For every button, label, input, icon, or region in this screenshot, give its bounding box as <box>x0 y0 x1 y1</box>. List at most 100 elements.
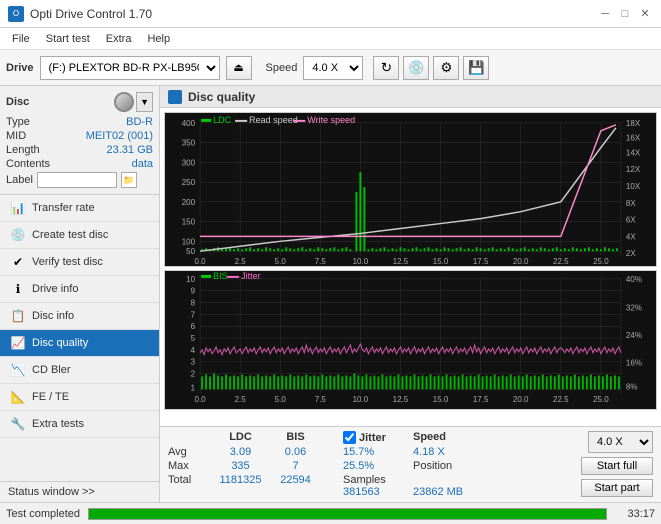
svg-text:22.5: 22.5 <box>553 257 569 266</box>
stats-max-spacer <box>323 460 343 472</box>
svg-text:2: 2 <box>191 370 196 379</box>
titlebar-left: O Opti Drive Control 1.70 <box>8 6 152 22</box>
statusbar: Test completed 33:17 <box>0 502 661 524</box>
content-area: Disc quality <box>160 86 661 502</box>
svg-text:0.0: 0.0 <box>195 257 207 266</box>
extra-tests-icon: 🔧 <box>10 416 26 432</box>
menu-file[interactable]: File <box>4 31 38 47</box>
close-button[interactable]: ✕ <box>637 6 653 22</box>
quality-header-icon <box>168 90 182 104</box>
disc-label-label: Label <box>6 174 33 186</box>
menu-starttest[interactable]: Start test <box>38 31 98 47</box>
svg-text:17.5: 17.5 <box>473 395 489 404</box>
disc-length-row: Length 23.31 GB <box>6 144 153 156</box>
stats-samples-label: Samples <box>343 474 413 486</box>
disc-type-label: Type <box>6 116 30 128</box>
status-window-button[interactable]: Status window >> <box>0 481 159 502</box>
svg-text:22.5: 22.5 <box>553 395 569 404</box>
svg-text:Write speed: Write speed <box>307 115 355 125</box>
status-text: Test completed <box>6 508 80 520</box>
status-window-label: Status window >> <box>8 486 95 498</box>
settings-button[interactable]: ⚙ <box>433 56 459 80</box>
verify-test-disc-icon: ✔ <box>10 254 26 270</box>
disc-button[interactable]: 💿 <box>403 56 429 80</box>
stats-avg-bis: 0.06 <box>268 446 323 458</box>
disc-label-input[interactable] <box>37 172 117 188</box>
disc-length-label: Length <box>6 144 40 156</box>
svg-text:12X: 12X <box>626 165 641 174</box>
sidebar-item-create-test-disc[interactable]: 💿 Create test disc <box>0 222 159 249</box>
bottom-speed-select[interactable]: 4.0 X <box>588 431 653 453</box>
main: Disc ▼ Type BD-R MID MEIT02 (001) Length… <box>0 86 661 502</box>
progress-bar <box>89 509 606 519</box>
start-full-button[interactable]: Start full <box>581 457 653 475</box>
svg-text:10X: 10X <box>626 182 641 191</box>
maximize-button[interactable]: □ <box>617 6 633 22</box>
sidebar-item-verify-test-disc[interactable]: ✔ Verify test disc <box>0 249 159 276</box>
progress-container <box>88 508 607 520</box>
svg-text:5: 5 <box>191 334 196 343</box>
jitter-checkbox-area: Jitter <box>343 431 413 444</box>
refresh-button[interactable]: ↻ <box>373 56 399 80</box>
speed-select[interactable]: 4.0 X 1.0 X 2.0 X 6.0 X 8.0 X <box>303 56 363 80</box>
svg-text:25.0: 25.0 <box>593 395 609 404</box>
top-chart-svg: 400 350 300 250 200 150 100 50 18X 16X 1… <box>165 113 656 266</box>
create-test-disc-icon: 💿 <box>10 227 26 243</box>
sidebar-item-transfer-rate[interactable]: 📊 Transfer rate <box>0 195 159 222</box>
disc-panel-title: Disc <box>6 96 29 108</box>
svg-text:10.0: 10.0 <box>353 257 369 266</box>
stats-pos-value <box>413 474 493 486</box>
disc-info-label: Disc info <box>32 310 74 322</box>
disc-options-button[interactable]: ▼ <box>136 92 153 112</box>
svg-text:18X: 18X <box>626 119 641 128</box>
svg-text:Read speed: Read speed <box>249 115 298 125</box>
stats-total-bis: 22594 <box>268 474 323 486</box>
start-part-button[interactable]: Start part <box>581 479 653 497</box>
svg-text:5.0: 5.0 <box>275 395 287 404</box>
disc-label-browse-button[interactable]: 📁 <box>121 172 137 188</box>
disc-quality-icon: 📈 <box>10 335 26 351</box>
stats-table: LDC BIS Jitter Speed Avg 3.09 0.06 15.7% <box>164 429 577 500</box>
stats-header-ldc: LDC <box>213 431 268 444</box>
stats-avg-label: Avg <box>168 446 213 458</box>
titlebar: O Opti Drive Control 1.70 ─ □ ✕ <box>0 0 661 28</box>
eject-button[interactable]: ⏏ <box>226 56 252 80</box>
cd-bler-icon: 📉 <box>10 362 26 378</box>
save-button[interactable]: 💾 <box>463 56 489 80</box>
sidebar-item-disc-quality[interactable]: 📈 Disc quality <box>0 330 159 357</box>
stats-pos-mb: 23862 MB <box>413 486 493 498</box>
svg-text:7.5: 7.5 <box>315 257 327 266</box>
disc-mid-value: MEIT02 (001) <box>86 130 153 142</box>
stats-avg-spacer <box>323 446 343 458</box>
disc-type-row: Type BD-R <box>6 116 153 128</box>
menu-help[interactable]: Help <box>139 31 178 47</box>
svg-text:7.5: 7.5 <box>315 395 327 404</box>
sidebar-item-disc-info[interactable]: 📋 Disc info <box>0 303 159 330</box>
svg-text:5.0: 5.0 <box>275 257 287 266</box>
svg-text:4: 4 <box>191 346 196 355</box>
disc-contents-row: Contents data <box>6 158 153 170</box>
svg-text:14X: 14X <box>626 148 641 157</box>
stats-samples-value: 381563 <box>343 486 413 498</box>
fe-te-label: FE / TE <box>32 391 69 403</box>
svg-text:24%: 24% <box>626 331 642 340</box>
sidebar-item-extra-tests[interactable]: 🔧 Extra tests <box>0 411 159 438</box>
svg-text:BIS: BIS <box>213 271 228 281</box>
svg-text:2X: 2X <box>626 249 636 258</box>
drive-label: Drive <box>6 62 34 74</box>
minimize-button[interactable]: ─ <box>597 6 613 22</box>
svg-text:12.5: 12.5 <box>393 257 409 266</box>
svg-text:LDC: LDC <box>213 115 232 125</box>
sidebar-item-fe-te[interactable]: 📐 FE / TE <box>0 384 159 411</box>
sidebar-item-cd-bler[interactable]: 📉 CD Bler <box>0 357 159 384</box>
svg-text:2.5: 2.5 <box>235 395 247 404</box>
svg-text:6X: 6X <box>626 216 636 225</box>
menu-extra[interactable]: Extra <box>98 31 140 47</box>
stats-area: LDC BIS Jitter Speed Avg 3.09 0.06 15.7% <box>160 426 661 502</box>
svg-text:20.0: 20.0 <box>513 395 529 404</box>
svg-text:16%: 16% <box>626 359 642 368</box>
sidebar-item-drive-info[interactable]: ℹ Drive info <box>0 276 159 303</box>
app-title: Opti Drive Control 1.70 <box>30 7 152 21</box>
drive-select[interactable]: (F:) PLEXTOR BD-R PX-LB950SA 1.06 <box>40 56 220 80</box>
jitter-checkbox[interactable] <box>343 431 356 444</box>
